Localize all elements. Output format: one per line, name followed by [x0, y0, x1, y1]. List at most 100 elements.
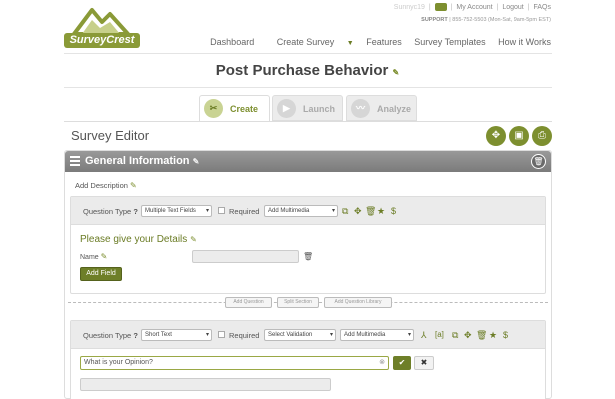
field-label-text: Name — [80, 254, 99, 261]
move-arrows-icon[interactable]: ✥ — [486, 126, 506, 146]
field-name-label[interactable]: Name ✎ — [80, 252, 107, 261]
print-icon[interactable]: ⎙ — [532, 126, 552, 146]
trash-icon[interactable]: 🗑 — [476, 329, 487, 341]
move-icon[interactable]: ✥ — [354, 205, 362, 217]
question-text-value: What is your Opinion? — [84, 359, 153, 366]
tools-icon: ✂ — [204, 99, 223, 118]
question-text-input[interactable]: What is your Opinion? ⊗ — [80, 356, 389, 370]
star-icon[interactable]: ★ — [377, 205, 385, 217]
support-label: SUPPORT — [421, 17, 448, 23]
confirm-button[interactable]: ✔ — [393, 356, 411, 370]
cancel-button[interactable]: ✖ — [414, 356, 434, 370]
surveycrest-logo[interactable]: SurveyCrest — [64, 6, 140, 48]
add-description-label: Add Description — [75, 181, 128, 190]
help-icon[interactable]: ? — [133, 207, 138, 216]
close-icon: ✖ — [420, 358, 428, 367]
dollar-icon[interactable]: $ — [503, 329, 508, 341]
question-type-label: Question Type ? — [83, 207, 138, 216]
question-block-2: Question Type ? Short Text Required Sele… — [70, 320, 546, 399]
header-divider — [64, 53, 552, 54]
username-link[interactable]: Sunnyc19 — [394, 4, 425, 11]
page-title: Post Purchase Behavior ✎ — [0, 62, 615, 79]
required-label: Required — [229, 331, 260, 340]
required-label: Required — [229, 207, 260, 216]
faqs-link[interactable]: FAQs — [533, 4, 551, 11]
separator: | — [527, 3, 530, 11]
mountain-logo-icon — [72, 8, 130, 36]
question-type-select[interactable]: Multiple Text Fields — [141, 205, 212, 217]
move-icon[interactable]: ✥ — [464, 329, 472, 341]
top-links: Sunnyc19 | | My Account | Logout | FAQs — [394, 3, 551, 11]
delete-field-icon[interactable]: 🗑 — [303, 252, 313, 261]
copy-icon[interactable]: ⧉ — [342, 205, 348, 217]
pencil-icon[interactable]: ✎ — [193, 157, 200, 166]
answer-textbox[interactable] — [80, 378, 331, 391]
nav-create-survey[interactable]: Create Survey ▼ — [267, 37, 354, 47]
tab-analyze[interactable]: 〰 Analyze — [346, 95, 417, 121]
nav-dashboard[interactable]: Dashboard — [210, 37, 254, 47]
add-multimedia-select[interactable]: Add Multimedia — [264, 205, 338, 217]
question-block-1: Question Type ? Multiple Text Fields Req… — [70, 196, 546, 294]
survey-editor-heading: Survey Editor — [71, 128, 150, 143]
tab-create-label: Create — [230, 104, 259, 114]
piping-icon[interactable]: [a] — [435, 329, 444, 341]
menu-icon[interactable] — [70, 156, 80, 166]
star-icon[interactable]: ★ — [489, 329, 497, 341]
required-checkbox[interactable] — [218, 331, 225, 338]
tab-launch[interactable]: ▶ Launch — [272, 95, 343, 121]
survey-title[interactable]: Post Purchase Behavior — [216, 62, 389, 79]
add-description[interactable]: Add Description ✎ — [75, 181, 137, 190]
select-validation-dropdown[interactable]: Select Validation — [264, 329, 336, 341]
delete-section-icon[interactable]: 🗑 — [531, 154, 546, 169]
nav-features[interactable]: Features — [366, 37, 402, 47]
question-text-value: Please give your Details — [80, 234, 188, 245]
section-title-text: General Information — [85, 155, 190, 167]
branching-icon[interactable]: ⅄ — [421, 329, 427, 341]
add-question-library-button[interactable]: Add Question Library — [324, 297, 392, 308]
separator: | — [496, 3, 499, 11]
tab-create[interactable]: ✂ Create — [199, 95, 270, 122]
separator: | — [428, 3, 431, 11]
required-checkbox[interactable] — [218, 207, 225, 214]
check-icon: ✔ — [398, 358, 406, 367]
messages-icon[interactable] — [434, 3, 447, 11]
question-toolbar: Question Type ? Short Text Required Sele… — [71, 321, 545, 349]
logout-link[interactable]: Logout — [502, 4, 523, 11]
add-field-button[interactable]: Add Field — [80, 267, 122, 281]
pencil-icon[interactable]: ✎ — [393, 68, 400, 77]
main-nav: Dashboard Create Survey ▼ Features Surve… — [200, 37, 551, 47]
chevron-down-icon: ▼ — [346, 40, 354, 47]
add-question-button[interactable]: Add Question — [225, 297, 272, 308]
support-text: | 855-752-5503 (Mon-Sat, 9am-5pm EST) — [449, 17, 551, 23]
copy-icon[interactable]: ⧉ — [452, 329, 458, 341]
pencil-icon: ✎ — [100, 252, 108, 261]
nav-create-survey-label: Create Survey — [276, 37, 335, 47]
preview-icon[interactable]: ▣ — [509, 126, 529, 146]
question-type-select[interactable]: Short Text — [141, 329, 212, 341]
dollar-icon[interactable]: $ — [391, 205, 396, 217]
title-divider — [64, 87, 552, 88]
trash-icon[interactable]: 🗑 — [365, 205, 376, 217]
section-header: General Information ✎ 🗑 — [65, 151, 551, 172]
split-section-button[interactable]: Split Section — [277, 297, 319, 308]
section-title[interactable]: General Information ✎ — [85, 155, 199, 167]
clear-icon[interactable]: ⊗ — [379, 357, 385, 369]
my-account-link[interactable]: My Account — [456, 4, 492, 11]
name-textbox[interactable] — [192, 250, 299, 263]
add-multimedia-select[interactable]: Add Multimedia — [340, 329, 414, 341]
tab-launch-label: Launch — [303, 104, 336, 114]
question-type-text: Question Type — [83, 331, 132, 340]
play-icon: ▶ — [277, 99, 296, 118]
question-text[interactable]: Please give your Details ✎ — [80, 234, 197, 245]
help-icon[interactable]: ? — [133, 331, 138, 340]
question-type-text: Question Type — [83, 207, 132, 216]
support-info: SUPPORT | 855-752-5503 (Mon-Sat, 9am-5pm… — [421, 17, 551, 23]
question-toolbar: Question Type ? Multiple Text Fields Req… — [71, 197, 545, 225]
question-type-label: Question Type ? — [83, 331, 138, 340]
nav-how-it-works[interactable]: How it Works — [498, 37, 551, 47]
nav-survey-templates[interactable]: Survey Templates — [414, 37, 485, 47]
separator: | — [450, 3, 453, 11]
pencil-icon: ✎ — [190, 235, 197, 244]
section-card: General Information ✎ 🗑 Add Description … — [64, 150, 552, 399]
chart-line-icon: 〰 — [351, 99, 370, 118]
